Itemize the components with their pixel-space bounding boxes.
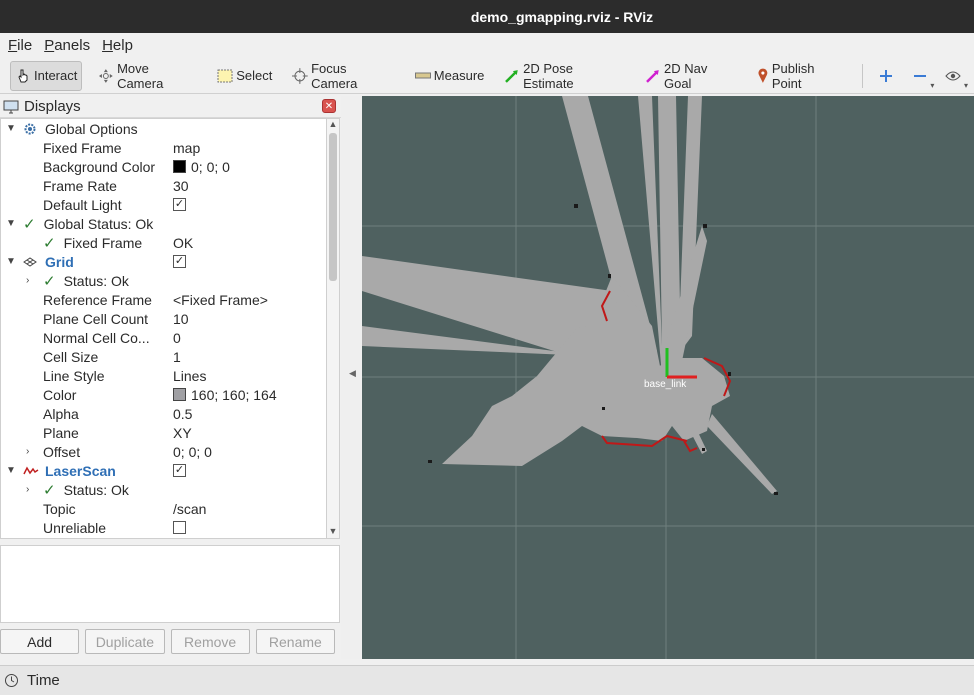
chevron-down-icon[interactable]: ▼	[6, 256, 16, 267]
displays-title: Displays	[24, 98, 81, 115]
focus-camera-tool-button[interactable]: Focus Camera	[288, 61, 398, 91]
scroll-up-icon[interactable]: ▲	[327, 119, 339, 131]
status-fixed-frame[interactable]: ✓ Fixed Frame OK	[1, 233, 326, 252]
pose-estimate-tool-button[interactable]: 2D Pose Estimate	[500, 61, 629, 91]
laserscan-enabled-checkbox[interactable]: ✓	[173, 464, 186, 477]
grid-enabled-checkbox[interactable]: ✓	[173, 255, 186, 268]
menu-help[interactable]: Help	[102, 37, 133, 54]
crosshair-icon	[292, 67, 309, 84]
move-camera-tool-button[interactable]: Move Camera	[94, 61, 201, 91]
menu-file[interactable]: File	[8, 37, 32, 54]
property-fixed-frame[interactable]: Fixed Frame map	[1, 138, 326, 157]
property-plane-cell-count[interactable]: Plane Cell Count 10	[1, 309, 326, 328]
property-plane[interactable]: Plane XY	[1, 423, 326, 442]
add-tool-button[interactable]	[873, 64, 899, 88]
tree-row-laserscan[interactable]: ▼ LaserScan ✓	[1, 461, 326, 480]
interact-tool-button[interactable]: Interact	[10, 60, 83, 91]
occupancy-map	[362, 96, 777, 494]
chevron-down-icon: ▾	[930, 80, 935, 90]
displays-panel: Displays ✕ ▼ Global Options Fixed Frame …	[0, 96, 341, 659]
render-viewport[interactable]: base_link	[362, 96, 974, 659]
property-background-color[interactable]: Background Color 0; 0; 0	[1, 157, 326, 176]
property-offset[interactable]: › Offset 0; 0; 0	[1, 442, 326, 461]
chevron-right-icon[interactable]: ›	[26, 484, 29, 495]
property-normal-cell-count[interactable]: Normal Cell Co... 0	[1, 328, 326, 347]
property-alpha[interactable]: Alpha 0.5	[1, 404, 326, 423]
hand-pointer-icon	[18, 69, 28, 82]
window-title: demo_gmapping.rviz - RViz	[470, 8, 654, 25]
check-icon: ✓	[23, 215, 36, 233]
eye-icon	[945, 71, 961, 80]
property-cell-size[interactable]: Cell Size 1	[1, 347, 326, 366]
default-light-checkbox[interactable]: ✓	[173, 198, 186, 211]
chevron-down-icon[interactable]: ▼	[6, 465, 16, 476]
gear-icon	[24, 123, 36, 134]
color-swatch[interactable]	[173, 388, 186, 401]
view-options-button[interactable]: ▾	[940, 64, 968, 90]
property-topic[interactable]: Topic /scan	[1, 499, 326, 518]
displays-tree: ▼ Global Options Fixed Frame map Backgro…	[0, 118, 327, 539]
collapse-left-icon[interactable]: ◀	[349, 368, 356, 379]
menu-panels[interactable]: Panels	[44, 37, 90, 54]
unreliable-checkbox[interactable]	[173, 521, 186, 534]
tree-row-laserscan-status[interactable]: › ✓ Status: Ok	[1, 480, 326, 499]
chevron-down-icon: ▾	[963, 80, 968, 90]
chevron-right-icon[interactable]: ›	[26, 275, 29, 286]
check-icon: ✓	[43, 272, 56, 290]
displays-panel-header: Displays ✕	[0, 96, 341, 118]
scrollbar-thumb[interactable]	[329, 133, 337, 281]
map-canvas: base_link	[362, 96, 974, 659]
chevron-down-icon[interactable]: ▼	[6, 218, 16, 229]
move-arrows-icon	[99, 68, 114, 83]
displays-scrollbar[interactable]: ▲ ▼	[326, 118, 340, 539]
ruler-icon	[414, 72, 431, 78]
tree-row-global-status[interactable]: ▼ ✓ Global Status: Ok	[1, 214, 326, 233]
frame-label: base_link	[644, 379, 687, 390]
displays-button-row: Add Duplicate Remove Rename	[0, 629, 341, 655]
close-icon[interactable]: ✕	[322, 99, 336, 113]
tool-toolbar: Interact Move Camera Select Focus Camera…	[0, 58, 974, 94]
color-swatch[interactable]	[173, 160, 186, 173]
scroll-down-icon[interactable]: ▼	[327, 526, 339, 538]
laserscan-icon	[23, 465, 39, 474]
remove-button[interactable]: Remove	[170, 629, 250, 654]
window-titlebar: demo_gmapping.rviz - RViz	[0, 0, 974, 33]
rename-button[interactable]: Rename	[255, 629, 335, 654]
time-panel-title: Time	[27, 672, 60, 689]
check-icon: ✓	[43, 234, 56, 252]
chevron-right-icon[interactable]: ›	[26, 446, 29, 457]
map-pin-icon	[758, 68, 768, 83]
property-reference-frame[interactable]: Reference Frame <Fixed Frame>	[1, 290, 326, 309]
check-icon: ✓	[43, 481, 56, 499]
magenta-arrow-icon	[646, 69, 660, 83]
duplicate-button[interactable]: Duplicate	[85, 629, 165, 654]
select-box-icon	[217, 69, 233, 82]
monitor-icon	[3, 100, 19, 113]
property-frame-rate[interactable]: Frame Rate 30	[1, 176, 326, 195]
plus-icon	[880, 69, 893, 82]
measure-tool-button[interactable]: Measure	[411, 61, 489, 91]
clock-icon	[5, 674, 18, 687]
grid-icon	[23, 256, 37, 267]
property-color[interactable]: Color 160; 160; 164	[1, 385, 326, 404]
green-arrow-icon	[505, 69, 519, 83]
nav-goal-tool-button[interactable]: 2D Nav Goal	[641, 61, 741, 91]
property-unreliable[interactable]: Unreliable	[1, 518, 326, 537]
tree-row-global-options[interactable]: ▼ Global Options	[1, 119, 326, 138]
chevron-down-icon[interactable]: ▼	[6, 123, 16, 134]
add-button[interactable]: Add	[0, 629, 80, 654]
minus-icon	[913, 74, 926, 77]
menu-bar: File Panels Help	[0, 33, 974, 58]
toolbar-separator	[862, 63, 864, 88]
tree-row-grid[interactable]: ▼ Grid ✓	[1, 252, 326, 271]
tree-row-grid-status[interactable]: › ✓ Status: Ok	[1, 271, 326, 290]
property-default-light[interactable]: Default Light ✓	[1, 195, 326, 214]
property-line-style[interactable]: Line Style Lines	[1, 366, 326, 385]
select-tool-button[interactable]: Select	[213, 61, 276, 91]
time-panel-header: Time	[0, 665, 974, 695]
panel-splitter[interactable]: ◀	[341, 96, 362, 659]
remove-tool-button[interactable]: ▾	[907, 64, 935, 90]
publish-point-tool-button[interactable]: Publish Point	[753, 61, 850, 91]
property-description-box	[0, 545, 340, 623]
